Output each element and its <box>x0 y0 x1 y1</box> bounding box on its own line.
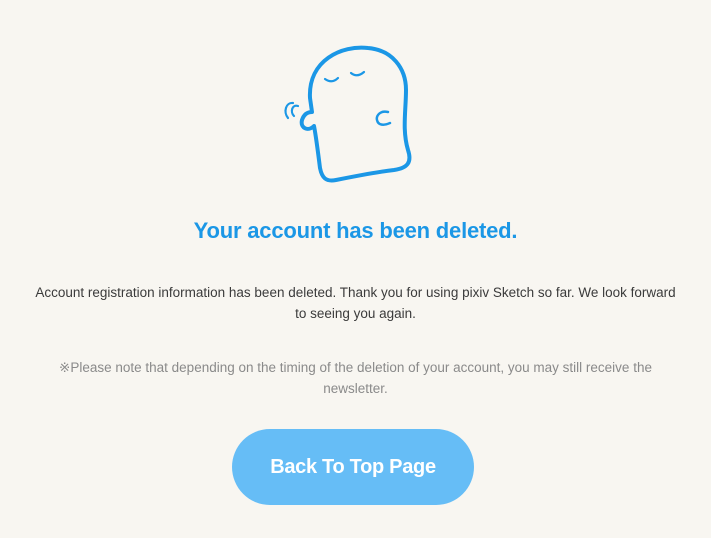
sleeping-ghost-icon <box>280 40 430 190</box>
deletion-message: Account registration information has bee… <box>35 285 676 321</box>
page-title: Your account has been deleted. <box>193 218 518 243</box>
back-to-top-button[interactable]: Back To Top Page <box>232 429 474 505</box>
newsletter-note: ※Please note that depending on the timin… <box>59 360 652 396</box>
account-deleted-page: Your account has been deleted. Account r… <box>0 0 711 538</box>
